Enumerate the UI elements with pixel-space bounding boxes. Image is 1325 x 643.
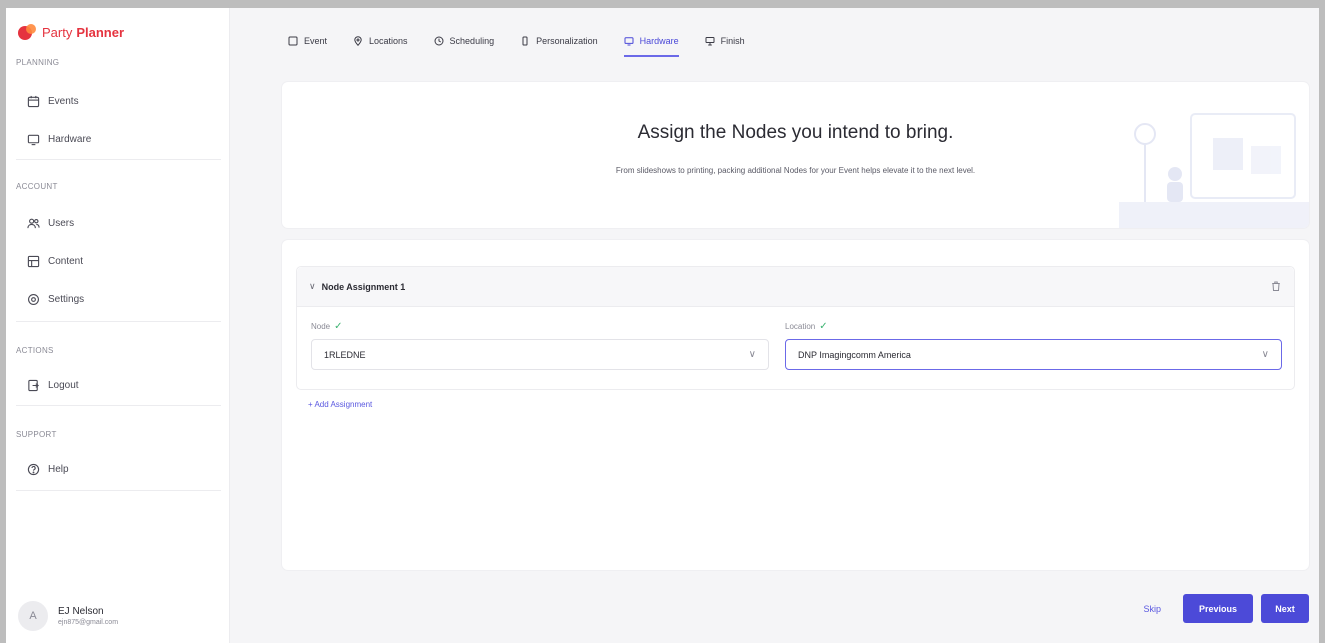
- monitor-icon: [26, 132, 40, 146]
- checkmark-icon: ✓: [819, 321, 828, 332]
- tab-label: Finish: [720, 36, 745, 46]
- brand-logo[interactable]: Party Planner: [18, 24, 124, 40]
- hero-card: Assign the Nodes you intend to bring. Fr…: [282, 82, 1309, 228]
- previous-button[interactable]: Previous: [1183, 594, 1253, 623]
- node-select[interactable]: 1RLEDNE ∨: [311, 339, 769, 370]
- main-content: Event Locations Scheduling Personalizati…: [230, 8, 1319, 643]
- sidebar-item-label: Help: [48, 463, 69, 475]
- tab-label: Locations: [369, 36, 408, 46]
- node-label-text: Node: [311, 322, 331, 331]
- calendar-icon: [26, 94, 40, 108]
- location-label-text: Location: [785, 322, 816, 331]
- brand-party-text: Party: [42, 24, 73, 40]
- node-assignment-card: ∨ Node Assignment 1 Node ✓ 1RLEDNE ∨ Loc…: [296, 266, 1295, 390]
- user-profile[interactable]: A EJ Nelson ejn875@gmail.com: [18, 601, 118, 631]
- tab-scheduling[interactable]: Scheduling: [434, 36, 495, 57]
- chevron-down-icon: ∨: [1261, 349, 1269, 360]
- section-label-support: SUPPORT: [16, 430, 57, 439]
- sidebar-divider: [16, 159, 221, 160]
- logout-icon: [26, 378, 40, 392]
- section-label-account: ACCOUNT: [16, 182, 58, 191]
- sidebar-item-help[interactable]: Help: [26, 462, 69, 476]
- users-icon: [26, 216, 40, 230]
- section-label-planning: PLANNING: [16, 58, 60, 67]
- help-icon: [26, 462, 40, 476]
- node-select-value: 1RLEDNE: [324, 349, 366, 360]
- brand-planner-text: Planner: [76, 24, 125, 40]
- sidebar-item-users[interactable]: Users: [26, 216, 74, 230]
- sidebar-item-label: Users: [48, 217, 75, 229]
- wizard-footer: Skip Previous Next: [1143, 594, 1309, 623]
- node-assignment-header[interactable]: ∨ Node Assignment 1: [297, 267, 1294, 307]
- sidebar-item-settings[interactable]: Settings: [26, 292, 84, 306]
- sidebar-divider: [16, 405, 221, 406]
- tab-label: Hardware: [639, 36, 679, 46]
- add-assignment-link[interactable]: + Add Assignment: [308, 400, 372, 409]
- sidebar-item-label: Events: [48, 95, 79, 107]
- sidebar-item-events[interactable]: Events: [26, 94, 79, 108]
- tab-hardware[interactable]: Hardware: [623, 36, 679, 57]
- tab-finish[interactable]: Finish: [705, 36, 745, 57]
- sidebar-divider: [16, 321, 221, 322]
- node-field-label: Node ✓: [311, 321, 343, 332]
- assignment-panel: ∨ Node Assignment 1 Node ✓ 1RLEDNE ∨ Loc…: [282, 240, 1309, 570]
- node-assignment-title: Node Assignment 1: [321, 281, 406, 292]
- sidebar-item-logout[interactable]: Logout: [26, 378, 79, 392]
- tab-locations[interactable]: Locations: [353, 36, 408, 57]
- avatar: A: [18, 601, 48, 631]
- gear-icon: [26, 292, 40, 306]
- square-icon: [288, 36, 298, 46]
- workspace-illustration-icon: [1119, 113, 1309, 228]
- clock-icon: [434, 36, 444, 46]
- user-email: ejn875@gmail.com: [58, 619, 119, 626]
- party-planner-logo-icon: [18, 24, 38, 40]
- sidebar-item-label: Logout: [48, 379, 79, 391]
- user-name: EJ Nelson: [58, 606, 104, 617]
- tab-personalization[interactable]: Personalization: [520, 36, 598, 57]
- section-label-actions: ACTIONS: [16, 346, 54, 355]
- tab-label: Personalization: [536, 36, 598, 46]
- phone-icon: [522, 36, 528, 46]
- tab-label: Scheduling: [449, 36, 495, 46]
- chevron-down-icon: ∨: [309, 281, 316, 291]
- sidebar-item-label: Content: [48, 255, 84, 267]
- wizard-tabs: Event Locations Scheduling Personalizati…: [288, 36, 745, 57]
- flag-icon: [705, 37, 715, 46]
- sidebar: Party Planner PLANNING Events Hardware AC…: [6, 8, 230, 643]
- sidebar-divider: [16, 490, 221, 491]
- skip-link[interactable]: Skip: [1143, 604, 1161, 614]
- location-select-value: DNP Imagingcomm America: [798, 349, 911, 360]
- location-field-label: Location ✓: [785, 321, 828, 332]
- sidebar-item-label: Hardware: [48, 133, 92, 145]
- tab-event[interactable]: Event: [288, 36, 327, 57]
- next-button[interactable]: Next: [1261, 594, 1309, 623]
- location-select[interactable]: DNP Imagingcomm America ∨: [785, 339, 1282, 370]
- monitor-icon: [624, 37, 634, 46]
- trash-icon[interactable]: [1270, 280, 1282, 292]
- pin-icon: [354, 36, 362, 46]
- sidebar-item-content[interactable]: Content: [26, 254, 83, 268]
- app-window: Party Planner PLANNING Events Hardware AC…: [6, 8, 1319, 643]
- tab-label: Event: [304, 36, 328, 46]
- sidebar-item-hardware[interactable]: Hardware: [26, 132, 91, 146]
- sidebar-item-label: Settings: [48, 293, 85, 305]
- chevron-down-icon: ∨: [748, 349, 756, 360]
- checkmark-icon: ✓: [334, 321, 343, 332]
- content-icon: [26, 254, 40, 268]
